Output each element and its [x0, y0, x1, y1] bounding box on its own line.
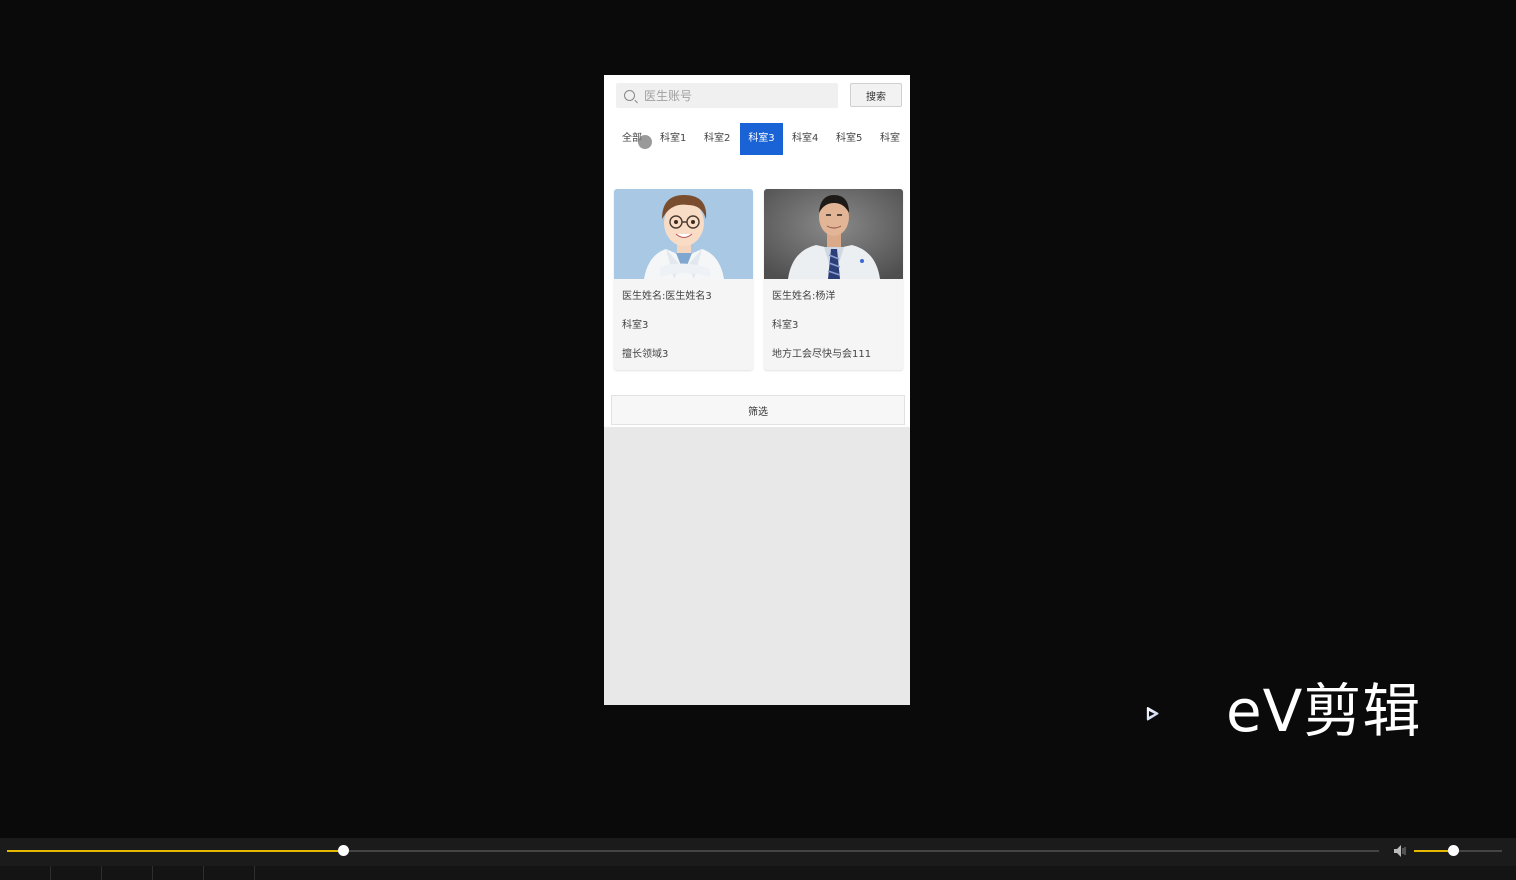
doctor-department: 科室3	[772, 320, 799, 331]
toolbar-slot[interactable]	[204, 866, 255, 880]
doctor-name: 医生姓名:杨洋	[772, 291, 836, 302]
volume-handle[interactable]	[1447, 845, 1459, 856]
search-bar: 搜索	[604, 75, 910, 119]
player-control-bar	[0, 838, 1516, 880]
volume-slider[interactable]	[1414, 845, 1502, 856]
doctor-card[interactable]: 医生姓名:医生姓名3 科室3 擅长领域3	[614, 189, 753, 370]
doctor-specialty: 地方工会尽快与会111	[772, 349, 872, 360]
phone-screen: 搜索 全部 科室1 科室2 科室3 科室4 科室5 科室	[604, 75, 910, 705]
doctor-card[interactable]: 医生姓名:杨洋 科室3 地方工会尽快与会111	[764, 189, 903, 370]
search-icon	[624, 90, 635, 101]
progress-slider[interactable]	[7, 845, 1379, 856]
volume-icon[interactable]	[1392, 843, 1408, 859]
doctor-specialty: 擅长领域3	[622, 349, 669, 360]
toolbar-slot[interactable]	[102, 866, 153, 880]
tab-department-more[interactable]: 科室	[876, 123, 904, 155]
mouse-cursor-indicator	[638, 135, 652, 149]
doctor-department: 科室3	[622, 320, 649, 331]
toolbar-slot[interactable]	[0, 866, 51, 880]
watermark-brand-text: eV剪辑	[1226, 677, 1422, 745]
toolbar-slot[interactable]	[153, 866, 204, 880]
progress-handle[interactable]	[338, 845, 350, 856]
search-box[interactable]	[616, 83, 838, 108]
ev-play-logo-icon	[1146, 707, 1159, 721]
doctor-avatar-photo	[764, 189, 903, 279]
toolbar-slot[interactable]	[51, 866, 102, 880]
tab-department-3[interactable]: 科室3	[740, 123, 783, 155]
doctor-name: 医生姓名:医生姓名3	[622, 291, 712, 302]
tab-department-5[interactable]: 科室5	[832, 123, 866, 155]
search-input[interactable]	[642, 87, 826, 104]
progress-fill	[7, 850, 344, 852]
search-button[interactable]: 搜索	[850, 83, 902, 107]
tab-department-1[interactable]: 科室1	[656, 123, 690, 155]
toolbar-strip	[0, 866, 1516, 880]
filter-button[interactable]: 筛选	[611, 395, 905, 425]
volume-fill	[1414, 850, 1453, 852]
tab-department-4[interactable]: 科室4	[788, 123, 822, 155]
doctor-avatar-cartoon	[614, 189, 753, 279]
tab-department-2[interactable]: 科室2	[700, 123, 734, 155]
